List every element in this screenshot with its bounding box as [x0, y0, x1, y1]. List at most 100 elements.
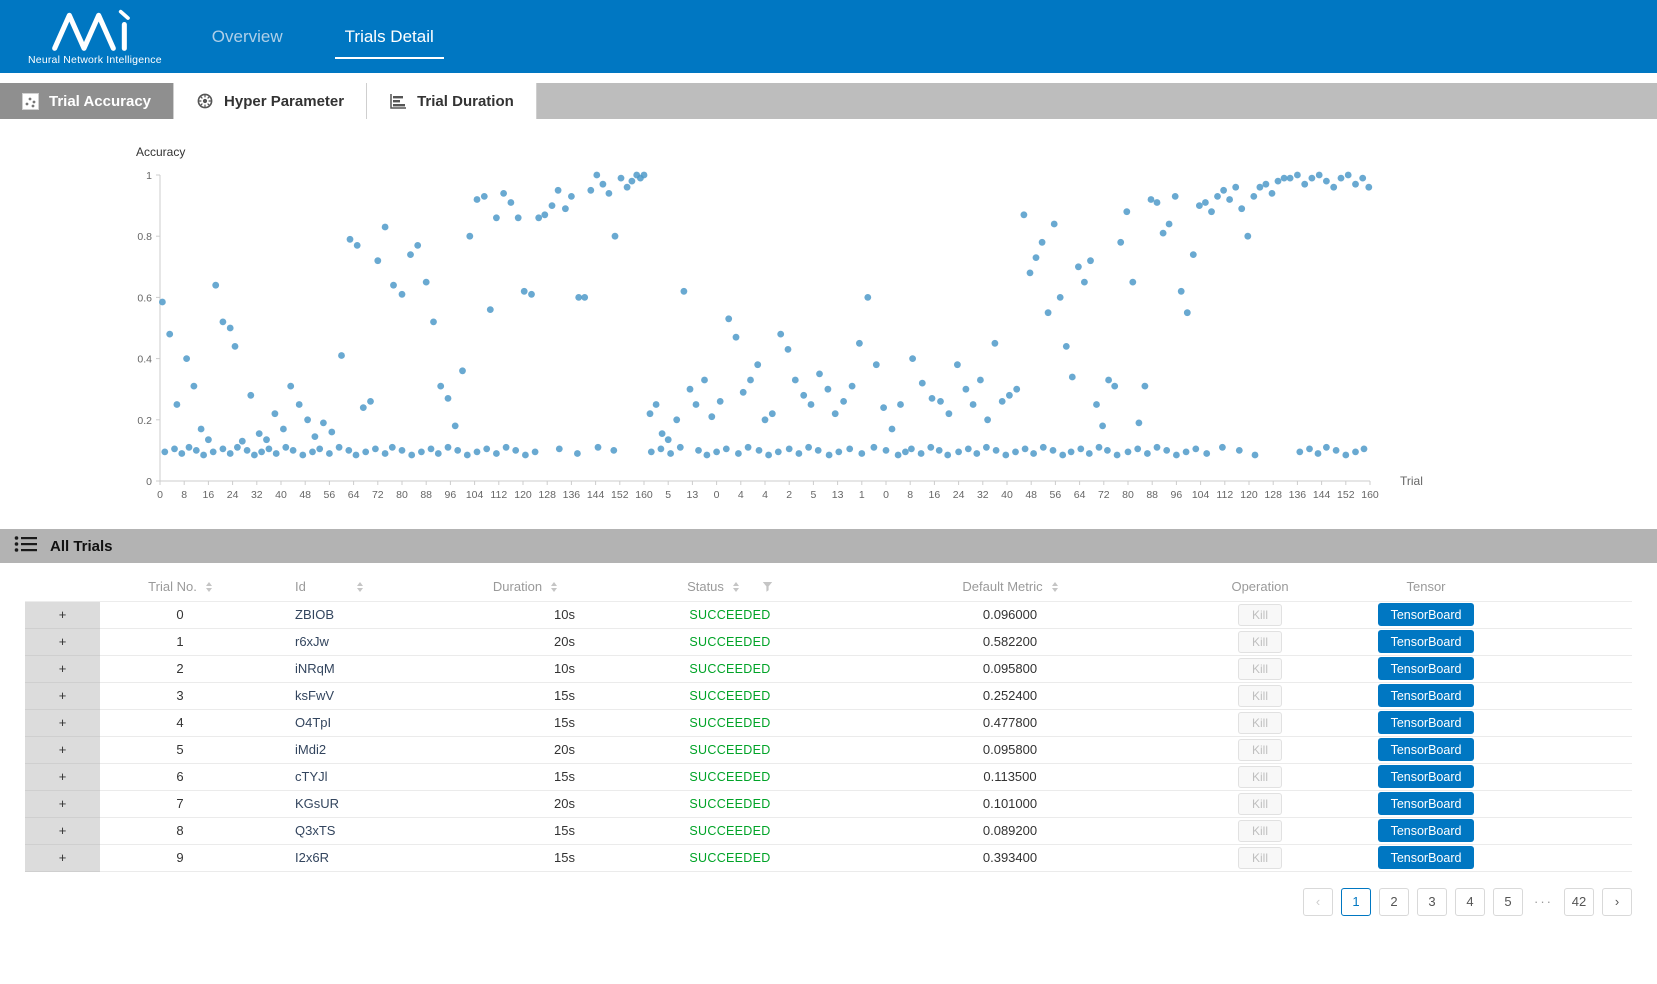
sort-icon[interactable] — [206, 582, 212, 592]
svg-text:1: 1 — [859, 489, 865, 501]
trial-no-cell: 9 — [100, 844, 260, 871]
svg-text:64: 64 — [348, 489, 360, 501]
status-cell: SUCCEEDED — [600, 709, 860, 736]
trial-id-cell: r6xJw — [260, 628, 450, 655]
scatter-point — [535, 214, 542, 221]
accuracy-scatter-chart: 00.20.40.60.8108162432404856647280889610… — [120, 161, 1450, 513]
scatter-point — [1012, 449, 1019, 456]
scatter-point — [873, 361, 880, 368]
scatter-point — [299, 452, 306, 459]
tab-trial-duration[interactable]: Trial Duration — [367, 83, 537, 119]
scatter-point — [581, 294, 588, 301]
scatter-point — [745, 444, 752, 451]
scatter-point — [493, 214, 500, 221]
kill-button[interactable]: Kill — [1238, 631, 1282, 653]
svg-text:160: 160 — [1361, 489, 1379, 501]
table-row: +2iNRqM10sSUCCEEDED0.095800KillTensorBoa… — [25, 655, 1632, 682]
pagination-page-button[interactable]: 3 — [1417, 888, 1447, 916]
scatter-point — [762, 416, 769, 423]
scatter-point — [1050, 447, 1057, 454]
scatter-point — [1081, 279, 1088, 286]
kill-button[interactable]: Kill — [1238, 766, 1282, 788]
kill-button[interactable]: Kill — [1238, 685, 1282, 707]
tensorboard-button[interactable]: TensorBoard — [1378, 846, 1475, 869]
expand-row-button[interactable]: + — [59, 769, 67, 784]
expand-row-button[interactable]: + — [59, 634, 67, 649]
expand-row-button[interactable]: + — [59, 796, 67, 811]
expand-row-button[interactable]: + — [59, 715, 67, 730]
expand-row-button[interactable]: + — [59, 742, 67, 757]
duration-cell: 20s — [450, 628, 600, 655]
svg-text:8: 8 — [181, 489, 187, 501]
trial-id-cell: Q3xTS — [260, 817, 450, 844]
scatter-point — [970, 401, 977, 408]
sort-icon[interactable] — [1052, 582, 1058, 592]
expand-row-button[interactable]: + — [59, 850, 67, 865]
scatter-point — [1226, 196, 1233, 203]
kill-button[interactable]: Kill — [1238, 712, 1282, 734]
expand-row-button[interactable]: + — [59, 823, 67, 838]
pagination-page-button[interactable]: 5 — [1493, 888, 1523, 916]
tensor-cell: TensorBoard — [1360, 844, 1632, 871]
expand-row-button[interactable]: + — [59, 661, 67, 676]
status-cell: SUCCEEDED — [600, 817, 860, 844]
tensorboard-button[interactable]: TensorBoard — [1378, 684, 1475, 707]
kill-button[interactable]: Kill — [1238, 847, 1282, 869]
scatter-point — [835, 449, 842, 456]
list-icon — [14, 535, 38, 558]
svg-text:48: 48 — [299, 489, 311, 501]
expand-row-button[interactable]: + — [59, 607, 67, 622]
scatter-point — [493, 450, 500, 457]
svg-text:0.4: 0.4 — [137, 354, 152, 366]
tensorboard-button[interactable]: TensorBoard — [1378, 738, 1475, 761]
tensorboard-button[interactable]: TensorBoard — [1378, 792, 1475, 815]
pagination-page-button[interactable]: 42 — [1564, 888, 1594, 916]
kill-button[interactable]: Kill — [1238, 739, 1282, 761]
scatter-point — [929, 395, 936, 402]
scatter-point — [1099, 423, 1106, 430]
tensorboard-button[interactable]: TensorBoard — [1378, 603, 1475, 626]
svg-text:88: 88 — [420, 489, 432, 501]
expand-row-button[interactable]: + — [59, 688, 67, 703]
metric-cell: 0.582200 — [860, 628, 1160, 655]
nav-overview[interactable]: Overview — [210, 21, 285, 53]
scatter-point — [1315, 450, 1322, 457]
tab-hyper-parameter[interactable]: Hyper Parameter — [174, 83, 367, 119]
scatter-point — [354, 242, 361, 249]
scatter-point — [1154, 199, 1161, 206]
kill-button[interactable]: Kill — [1238, 793, 1282, 815]
svg-text:5: 5 — [810, 489, 816, 501]
pagination-prev-button[interactable]: ‹ — [1303, 888, 1333, 916]
scatter-point — [205, 436, 212, 443]
tensorboard-button[interactable]: TensorBoard — [1378, 765, 1475, 788]
tab-trial-accuracy[interactable]: Trial Accuracy — [0, 83, 174, 119]
scatter-point — [389, 444, 396, 451]
kill-button[interactable]: Kill — [1238, 604, 1282, 626]
nni-logo[interactable]: Neural Network Intelligence — [28, 8, 162, 66]
nav-trials-detail[interactable]: Trials Detail — [343, 21, 436, 53]
scatter-point — [897, 401, 904, 408]
tensorboard-button[interactable]: TensorBoard — [1378, 711, 1475, 734]
pagination-page-button[interactable]: 1 — [1341, 888, 1371, 916]
scatter-point — [418, 449, 425, 456]
sort-icon[interactable] — [551, 582, 557, 592]
trials-table-body: +0ZBIOB10sSUCCEEDED0.096000KillTensorBoa… — [25, 601, 1632, 871]
trial-no-cell: 1 — [100, 628, 260, 655]
kill-button[interactable]: Kill — [1238, 658, 1282, 680]
tensorboard-button[interactable]: TensorBoard — [1378, 657, 1475, 680]
pagination-page-button[interactable]: 2 — [1379, 888, 1409, 916]
pagination-page-button[interactable]: 4 — [1455, 888, 1485, 916]
pagination-next-button[interactable]: › — [1602, 888, 1632, 916]
scatter-point — [464, 452, 471, 459]
scatter-point — [273, 450, 280, 457]
filter-icon[interactable] — [762, 581, 773, 592]
tensorboard-button[interactable]: TensorBoard — [1378, 630, 1475, 653]
kill-button[interactable]: Kill — [1238, 820, 1282, 842]
scatter-point — [574, 450, 581, 457]
scatter-point — [816, 371, 823, 378]
sort-icon[interactable] — [357, 582, 363, 592]
scatter-point — [200, 452, 207, 459]
tensorboard-button[interactable]: TensorBoard — [1378, 819, 1475, 842]
sort-icon[interactable] — [733, 582, 739, 592]
table-row: +7KGsUR20sSUCCEEDED0.101000KillTensorBoa… — [25, 790, 1632, 817]
